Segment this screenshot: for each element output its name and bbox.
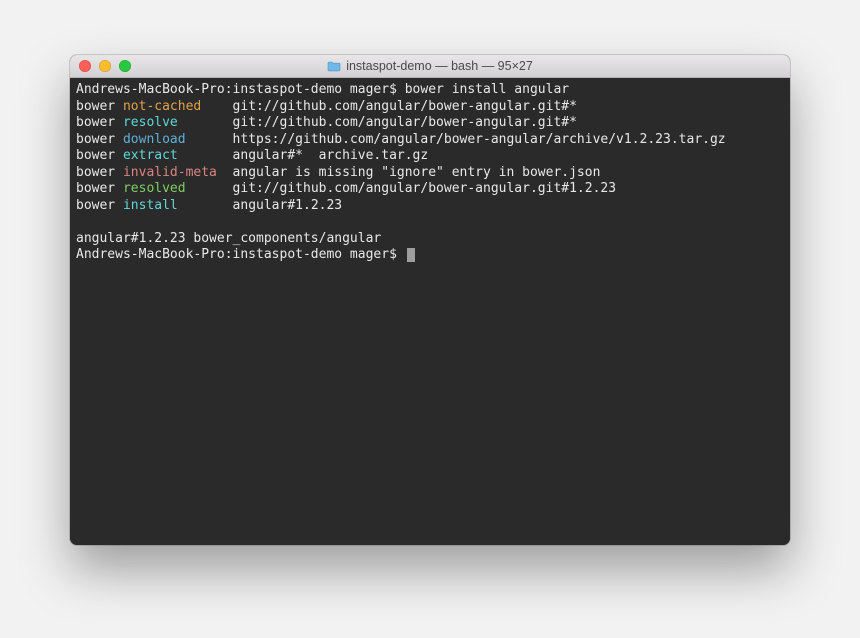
output-line: bower invalid-meta angular is missing "i… bbox=[76, 165, 784, 182]
close-button[interactable] bbox=[79, 60, 91, 72]
blank-line bbox=[76, 214, 784, 231]
prompt: Andrews-MacBook-Pro:instaspot-demo mager… bbox=[76, 247, 405, 262]
cursor bbox=[407, 248, 415, 262]
command-text: bower install angular bbox=[405, 82, 569, 97]
bower-status: invalid-meta bbox=[123, 165, 233, 182]
bower-msg: git://github.com/angular/bower-angular.g… bbox=[233, 99, 577, 114]
output-line: bower download https://github.com/angula… bbox=[76, 132, 784, 149]
window-title-text: instaspot-demo — bash — 95×27 bbox=[346, 59, 533, 73]
titlebar[interactable]: instaspot-demo — bash — 95×27 bbox=[70, 55, 790, 78]
bower-status: install bbox=[123, 198, 233, 215]
output-line: bower extract angular#* archive.tar.gz bbox=[76, 148, 784, 165]
terminal-window: instaspot-demo — bash — 95×27 Andrews-Ma… bbox=[70, 55, 790, 545]
bower-label: bower bbox=[76, 132, 115, 147]
output-line: bower install angular#1.2.23 bbox=[76, 198, 784, 215]
bower-msg: git://github.com/angular/bower-angular.g… bbox=[233, 181, 617, 196]
minimize-button[interactable] bbox=[99, 60, 111, 72]
bower-msg: angular#1.2.23 bbox=[233, 198, 343, 213]
bower-status: resolve bbox=[123, 115, 233, 132]
traffic-lights bbox=[79, 60, 131, 72]
bower-status: not-cached bbox=[123, 99, 233, 116]
bower-label: bower bbox=[76, 198, 115, 213]
folder-icon bbox=[327, 61, 341, 72]
bower-msg: https://github.com/angular/bower-angular… bbox=[233, 132, 726, 147]
bower-label: bower bbox=[76, 165, 115, 180]
bower-status: download bbox=[123, 132, 233, 149]
bower-status: extract bbox=[123, 148, 233, 165]
prompt-line: Andrews-MacBook-Pro:instaspot-demo mager… bbox=[76, 247, 784, 264]
bower-msg: git://github.com/angular/bower-angular.g… bbox=[233, 115, 577, 130]
bower-msg: angular#* archive.tar.gz bbox=[233, 148, 429, 163]
bower-label: bower bbox=[76, 148, 115, 163]
bower-status: resolved bbox=[123, 181, 233, 198]
bower-msg: angular is missing "ignore" entry in bow… bbox=[233, 165, 601, 180]
bower-label: bower bbox=[76, 181, 115, 196]
prompt: Andrews-MacBook-Pro:instaspot-demo mager… bbox=[76, 82, 405, 97]
output-line: angular#1.2.23 bower_components/angular bbox=[76, 231, 784, 248]
output-line: bower resolved git://github.com/angular/… bbox=[76, 181, 784, 198]
bower-label: bower bbox=[76, 99, 115, 114]
prompt-line: Andrews-MacBook-Pro:instaspot-demo mager… bbox=[76, 82, 784, 99]
terminal-body[interactable]: Andrews-MacBook-Pro:instaspot-demo mager… bbox=[70, 78, 790, 545]
output-line: bower not-cached git://github.com/angula… bbox=[76, 99, 784, 116]
zoom-button[interactable] bbox=[119, 60, 131, 72]
output-line: bower resolve git://github.com/angular/b… bbox=[76, 115, 784, 132]
window-title: instaspot-demo — bash — 95×27 bbox=[70, 59, 790, 73]
bower-label: bower bbox=[76, 115, 115, 130]
